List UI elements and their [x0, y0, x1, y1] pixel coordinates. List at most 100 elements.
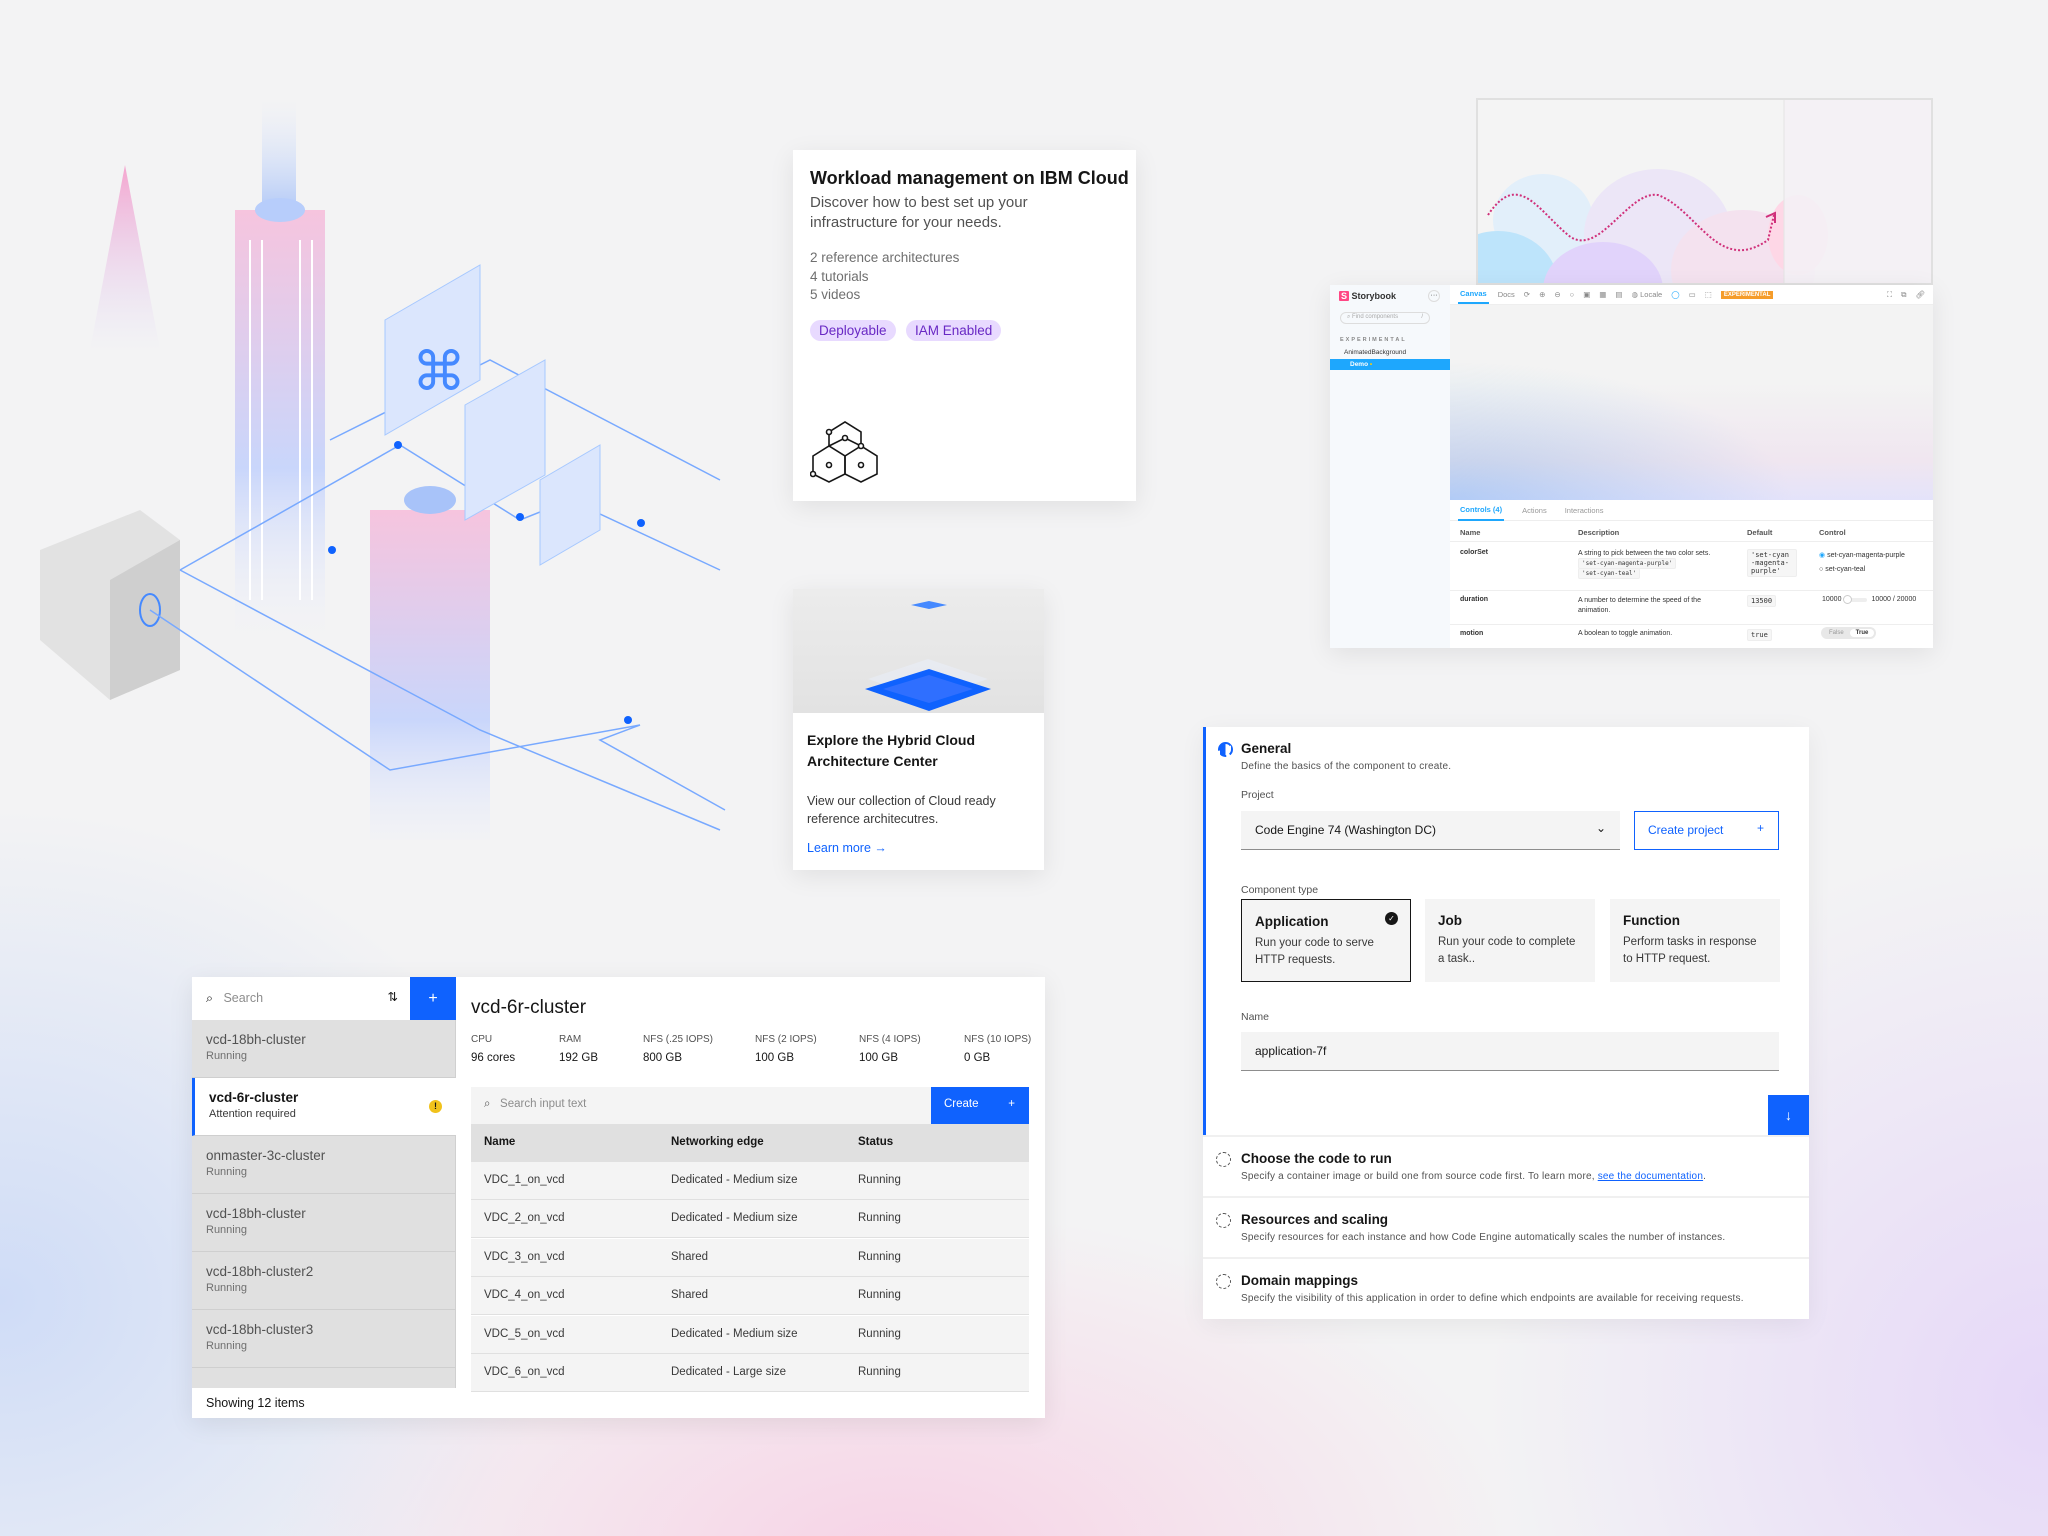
zoom-reset-icon[interactable]: ○	[1570, 290, 1575, 299]
type-tile-function[interactable]: Function Perform tasks in response to HTT…	[1610, 899, 1780, 982]
section-title: Choose the code to run	[1241, 1151, 1392, 1166]
motion-toggle[interactable]: False True	[1821, 627, 1877, 639]
background-icon[interactable]: ▣	[1583, 290, 1590, 299]
project-label: Project	[1241, 789, 1274, 801]
documentation-link[interactable]: see the documentation	[1598, 1171, 1703, 1182]
cluster-status: Running	[206, 1050, 247, 1062]
toggle-false[interactable]: False	[1823, 629, 1850, 637]
meta-item: 2 reference architectures	[810, 250, 960, 265]
name-input[interactable]: application-7f	[1241, 1032, 1779, 1071]
cluster-list-item[interactable]: vcd-18bh-cluster2 Running	[192, 1252, 456, 1310]
measure-icon[interactable]: ▭	[1689, 290, 1696, 299]
cluster-name: vcd-18bh-cluster2	[206, 1264, 314, 1279]
cell-name: VDC_1_on_vcd	[484, 1174, 565, 1186]
step-domain-mappings[interactable]: Domain mappings Specify the visibility o…	[1203, 1257, 1809, 1318]
prop-description: A number to determine the speed of the a…	[1578, 597, 1701, 614]
prop-default: 'set-cyan-magenta-purple'	[1747, 549, 1797, 577]
in-progress-icon	[1218, 742, 1233, 757]
copy-link-icon[interactable]: 🔗︎	[1915, 290, 1925, 299]
type-tile-job[interactable]: Job Run your code to complete a task..	[1425, 899, 1595, 982]
stat-label: NFS (2 IOPS)	[755, 1034, 817, 1045]
section-title: Resources and scaling	[1241, 1212, 1389, 1227]
table-row[interactable]: VDC_1_on_vcd Dedicated - Medium size Runni…	[471, 1162, 1029, 1200]
spire	[90, 165, 160, 350]
create-project-button[interactable]: Create project +	[1634, 811, 1779, 850]
learn-more-link[interactable]: Learn more →	[807, 841, 887, 855]
cell-networking-edge: Dedicated - Large size	[671, 1366, 787, 1378]
section-title: Domain mappings	[1241, 1273, 1359, 1288]
cluster-status: Running	[206, 1166, 247, 1178]
locale-button[interactable]: ◍ Locale	[1631, 290, 1662, 299]
grid-icon[interactable]: ▦	[1599, 290, 1606, 299]
find-components-input[interactable]: ⌕ Find components /	[1340, 312, 1430, 324]
cluster-panel: ⌕ Search ⇅ + Showing 12 items vcd-18bh-cl…	[192, 977, 1045, 1418]
cell-name: VDC_5_on_vcd	[484, 1327, 565, 1340]
table-row[interactable]: VDC_6_on_vcd Dedicated - Large size Runnin…	[471, 1354, 1029, 1392]
server-shield-card	[464, 359, 546, 521]
colorset-radio-group[interactable]: ◉ set-cyan-magenta-purple ○ set-cyan-tea…	[1819, 549, 1905, 577]
hybrid-cloud-card[interactable]: Explore the Hybrid Cloud Architecture Ce…	[793, 589, 1044, 870]
tab-docs[interactable]: Docs	[1498, 290, 1515, 299]
theme-icon[interactable]: ◯	[1671, 290, 1679, 299]
cell-networking-edge: Dedicated - Medium size	[671, 1327, 798, 1340]
architecture-blocks-image	[793, 589, 1044, 713]
table-row[interactable]: VDC_2_on_vcd Dedicated - Medium size Runni…	[471, 1200, 1029, 1239]
cluster-stat: NFS (.25 IOPS) 800 GB	[643, 1034, 713, 1064]
card-meta: 2 reference architectures 4 tutorials 5 …	[810, 249, 959, 305]
sort-icon[interactable]: ⇅	[388, 989, 398, 1004]
cluster-list-item[interactable]: vcd-6r-cluster Attention required!	[192, 1078, 456, 1136]
table-row[interactable]: VDC_5_on_vcd Dedicated - Medium size Runni…	[471, 1315, 1029, 1354]
hexagon-network-icon	[810, 421, 878, 483]
sidebar-item-animatedbackground[interactable]: AnimatedBackground	[1344, 349, 1406, 356]
meta-item: 5 videos	[810, 287, 861, 302]
stat-value: 0 GB	[964, 1052, 991, 1064]
add-cluster-button[interactable]: +	[410, 977, 456, 1020]
cluster-name: vcd-18bh-cluster	[206, 1206, 306, 1221]
tab-interactions[interactable]: Interactions	[1565, 506, 1604, 515]
project-dropdown[interactable]: Code Engine 74 (Washington DC) ⌄	[1241, 811, 1620, 850]
zoom-in-icon[interactable]: ⊕	[1539, 290, 1545, 299]
warning-icon: !	[429, 1100, 442, 1113]
table-row[interactable]: VDC_4_on_vcd Shared Running	[471, 1277, 1029, 1316]
tab-controls[interactable]: Controls (4)	[1458, 500, 1505, 521]
column-header: Status	[858, 1136, 894, 1148]
table-row[interactable]: VDC_3_on_vcd Shared Running	[471, 1238, 1029, 1277]
tab-canvas[interactable]: Canvas	[1458, 285, 1489, 304]
duration-slider[interactable]: 10000 10000 / 20000	[1822, 594, 1916, 604]
cluster-list-item[interactable]: vcd-18bh-cluster Running	[192, 1020, 456, 1078]
stat-value: 100 GB	[859, 1052, 898, 1064]
cell-status: Running	[858, 1212, 901, 1225]
prop-default: 13500	[1747, 595, 1777, 607]
cluster-list-item[interactable]: vcd-18bh-cluster Running	[192, 1194, 456, 1252]
search-icon: ⌕	[1347, 314, 1351, 320]
outline-icon[interactable]: ⬚	[1705, 290, 1712, 299]
storybook-window: S Storybook ··· ⌕ Find components / EXPER…	[1330, 285, 1933, 648]
tab-actions[interactable]: Actions	[1522, 506, 1547, 515]
tower-center	[370, 510, 490, 840]
cluster-search-input[interactable]: ⌕ Search ⇅	[192, 977, 410, 1020]
more-menu-button[interactable]: ···	[1428, 290, 1440, 302]
next-step-button[interactable]: ↓	[1768, 1095, 1809, 1135]
cell-name: VDC_2_on_vcd	[484, 1212, 565, 1225]
sidebar-item-demo[interactable]: Demo •	[1330, 359, 1450, 370]
component-type-label: Component type	[1241, 884, 1319, 896]
active-step-indicator	[1203, 727, 1206, 1135]
cluster-list-item[interactable]: onmaster-3c-cluster Running	[192, 1136, 456, 1194]
cluster-list-item[interactable]: vcd-18bh-cluster3 Running	[192, 1310, 456, 1368]
not-started-icon	[1216, 1213, 1231, 1228]
radio-option[interactable]: ○ set-cyan-teal	[1819, 563, 1905, 577]
animated-background-preview	[1476, 98, 1933, 285]
step-resources-scaling[interactable]: Resources and scaling Specify resources …	[1203, 1196, 1809, 1257]
toggle-true[interactable]: True	[1849, 629, 1875, 637]
radio-option[interactable]: ◉ set-cyan-magenta-purple	[1819, 549, 1905, 563]
table-header: Name Networking edge Status	[471, 1124, 1029, 1162]
type-tile-application[interactable]: Application Run your code to serve HTTP r…	[1241, 899, 1411, 982]
reload-icon[interactable]: ⟳	[1524, 290, 1530, 299]
viewport-icon[interactable]: ▤	[1615, 290, 1622, 299]
fullscreen-icon[interactable]: ⛶	[1887, 290, 1892, 300]
create-button[interactable]: Create +	[931, 1087, 1029, 1124]
workload-card[interactable]: Workload management on IBM Cloud Discove…	[793, 150, 1136, 501]
step-choose-code[interactable]: Choose the code to run Specify a contain…	[1203, 1135, 1809, 1196]
open-new-tab-icon[interactable]: ⧉	[1901, 290, 1906, 300]
zoom-out-icon[interactable]: ⊖	[1554, 290, 1560, 299]
